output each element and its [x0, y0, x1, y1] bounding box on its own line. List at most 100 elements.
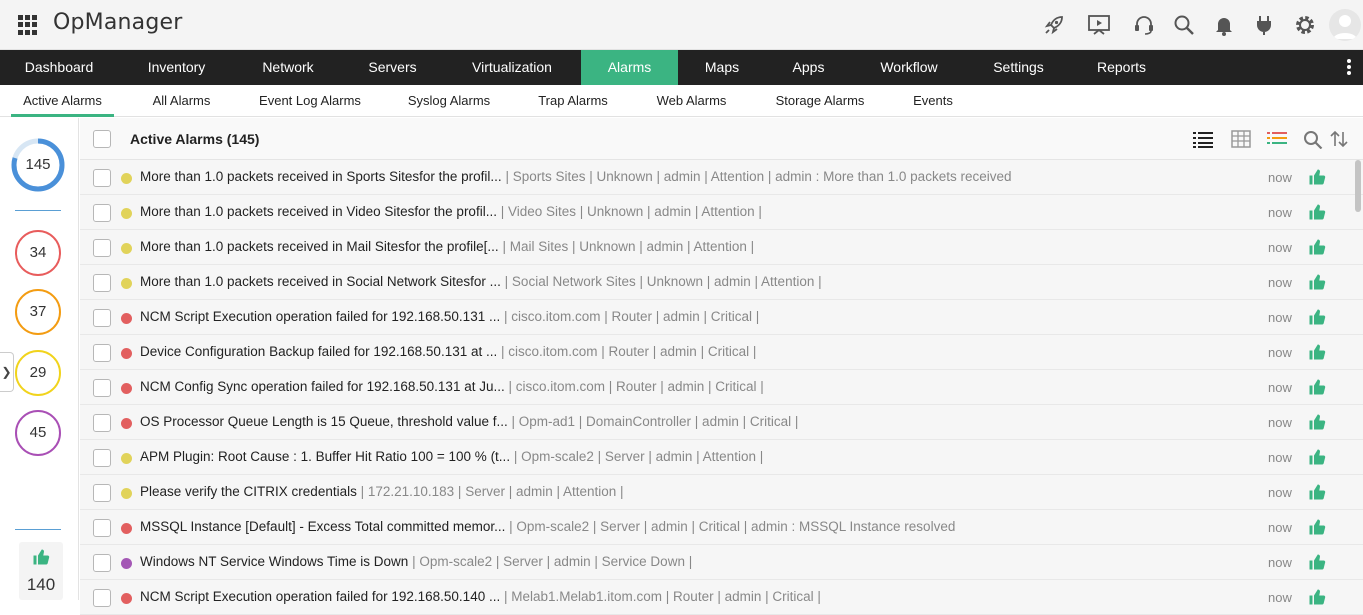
nav-reports[interactable]: Reports — [1070, 50, 1173, 85]
plug-icon[interactable] — [1250, 11, 1278, 39]
alarm-message[interactable]: More than 1.0 packets received in Sports… — [140, 169, 502, 184]
row-checkbox[interactable] — [93, 449, 111, 467]
acknowledge-icon[interactable] — [1308, 413, 1326, 431]
list-view-icon[interactable] — [1192, 129, 1214, 149]
gear-icon[interactable] — [1291, 11, 1319, 39]
acknowledge-icon[interactable] — [1308, 343, 1326, 361]
alarm-message[interactable]: NCM Script Execution operation failed fo… — [140, 589, 500, 604]
row-checkbox[interactable] — [93, 554, 111, 572]
row-checkbox[interactable] — [93, 519, 111, 537]
alarm-message[interactable]: OS Processor Queue Length is 15 Queue, t… — [140, 414, 508, 429]
tab-active-alarms[interactable]: Active Alarms — [11, 85, 114, 117]
alarm-text[interactable]: MSSQL Instance [Default] - Excess Total … — [140, 519, 955, 534]
row-checkbox[interactable] — [93, 239, 111, 257]
table-row[interactable]: MSSQL Instance [Default] - Excess Total … — [80, 510, 1363, 545]
row-checkbox[interactable] — [93, 484, 111, 502]
total-alarms-count[interactable]: 145 — [11, 138, 65, 192]
nav-virtualization[interactable]: Virtualization — [444, 50, 580, 85]
row-checkbox[interactable] — [93, 589, 111, 607]
alarm-message[interactable]: More than 1.0 packets received in Video … — [140, 204, 497, 219]
trouble-count[interactable]: 37 — [15, 289, 61, 335]
alarm-text[interactable]: NCM Script Execution operation failed fo… — [140, 589, 821, 604]
presentation-icon[interactable] — [1085, 11, 1113, 39]
acknowledged-box[interactable]: 140 — [19, 542, 63, 600]
nav-dashboard[interactable]: Dashboard — [0, 50, 118, 85]
nav-settings[interactable]: Settings — [967, 50, 1070, 85]
table-row[interactable]: OS Processor Queue Length is 15 Queue, t… — [80, 405, 1363, 440]
table-row[interactable]: NCM Config Sync operation failed for 192… — [80, 370, 1363, 405]
sort-icon[interactable] — [1328, 129, 1350, 149]
alarm-message[interactable]: MSSQL Instance [Default] - Excess Total … — [140, 519, 505, 534]
rocket-icon[interactable] — [1040, 11, 1068, 39]
alarm-text[interactable]: More than 1.0 packets received in Sports… — [140, 169, 1011, 184]
critical-count[interactable]: 34 — [15, 230, 61, 276]
acknowledge-icon[interactable] — [1308, 203, 1326, 221]
alarm-message[interactable]: Windows NT Service Windows Time is Down — [140, 554, 408, 569]
acknowledge-icon[interactable] — [1308, 308, 1326, 326]
nav-workflow[interactable]: Workflow — [851, 50, 967, 85]
tab-event-log-alarms[interactable]: Event Log Alarms — [250, 85, 370, 117]
row-checkbox[interactable] — [93, 169, 111, 187]
color-list-icon[interactable] — [1266, 129, 1288, 149]
acknowledge-icon[interactable] — [1308, 448, 1326, 466]
alarm-message[interactable]: Device Configuration Backup failed for 1… — [140, 344, 497, 359]
table-row[interactable]: APM Plugin: Root Cause : 1. Buffer Hit R… — [80, 440, 1363, 475]
row-checkbox[interactable] — [93, 309, 111, 327]
alarm-text[interactable]: Device Configuration Backup failed for 1… — [140, 344, 756, 359]
acknowledge-icon[interactable] — [1308, 588, 1326, 606]
alarm-message[interactable]: NCM Script Execution operation failed fo… — [140, 309, 500, 324]
tab-web-alarms[interactable]: Web Alarms — [645, 85, 738, 117]
table-row[interactable]: NCM Script Execution operation failed fo… — [80, 580, 1363, 615]
alarm-message[interactable]: APM Plugin: Root Cause : 1. Buffer Hit R… — [140, 449, 510, 464]
tab-trap-alarms[interactable]: Trap Alarms — [527, 85, 619, 117]
nav-maps[interactable]: Maps — [678, 50, 766, 85]
expand-sidebar-button[interactable]: ❯ — [0, 352, 14, 392]
row-checkbox[interactable] — [93, 379, 111, 397]
alarm-message[interactable]: NCM Config Sync operation failed for 192… — [140, 379, 505, 394]
search-icon[interactable] — [1170, 11, 1198, 39]
alarm-message[interactable]: Please verify the CITRIX credentials — [140, 484, 357, 499]
more-menu-icon[interactable] — [1343, 58, 1355, 78]
table-row[interactable]: NCM Script Execution operation failed fo… — [80, 300, 1363, 335]
acknowledge-icon[interactable] — [1308, 483, 1326, 501]
search-icon[interactable] — [1302, 129, 1324, 149]
tab-syslog-alarms[interactable]: Syslog Alarms — [398, 85, 500, 117]
table-row[interactable]: Please verify the CITRIX credentials | 1… — [80, 475, 1363, 510]
alarm-text[interactable]: NCM Script Execution operation failed fo… — [140, 309, 759, 324]
acknowledge-icon[interactable] — [1308, 378, 1326, 396]
tab-storage-alarms[interactable]: Storage Alarms — [765, 85, 875, 117]
row-checkbox[interactable] — [93, 344, 111, 362]
acknowledge-icon[interactable] — [1308, 273, 1326, 291]
alarm-message[interactable]: More than 1.0 packets received in Social… — [140, 274, 501, 289]
nav-servers[interactable]: Servers — [341, 50, 444, 85]
attention-count[interactable]: 29 — [15, 350, 61, 396]
avatar-icon[interactable] — [1329, 9, 1361, 41]
app-grid-icon[interactable] — [18, 15, 38, 35]
nav-apps[interactable]: Apps — [766, 50, 851, 85]
acknowledge-icon[interactable] — [1308, 553, 1326, 571]
alarm-text[interactable]: APM Plugin: Root Cause : 1. Buffer Hit R… — [140, 449, 763, 464]
table-row[interactable]: More than 1.0 packets received in Video … — [80, 195, 1363, 230]
alarm-text[interactable]: Windows NT Service Windows Time is Down … — [140, 554, 692, 569]
bell-icon[interactable] — [1210, 11, 1238, 39]
acknowledge-icon[interactable] — [1308, 518, 1326, 536]
table-row[interactable]: More than 1.0 packets received in Sports… — [80, 160, 1363, 195]
tab-all-alarms[interactable]: All Alarms — [137, 85, 226, 117]
headset-icon[interactable] — [1130, 11, 1158, 39]
acknowledge-icon[interactable] — [1308, 238, 1326, 256]
scrollbar[interactable] — [1355, 160, 1361, 212]
row-checkbox[interactable] — [93, 204, 111, 222]
table-row[interactable]: More than 1.0 packets received in Social… — [80, 265, 1363, 300]
table-row[interactable]: Device Configuration Backup failed for 1… — [80, 335, 1363, 370]
nav-network[interactable]: Network — [235, 50, 341, 85]
alarm-text[interactable]: Please verify the CITRIX credentials | 1… — [140, 484, 624, 499]
select-all-checkbox[interactable] — [93, 130, 111, 148]
row-checkbox[interactable] — [93, 274, 111, 292]
alarm-message[interactable]: More than 1.0 packets received in Mail S… — [140, 239, 499, 254]
nav-inventory[interactable]: Inventory — [118, 50, 235, 85]
alarm-text[interactable]: NCM Config Sync operation failed for 192… — [140, 379, 764, 394]
alarm-text[interactable]: More than 1.0 packets received in Social… — [140, 274, 822, 289]
service-down-count[interactable]: 45 — [15, 410, 61, 456]
table-row[interactable]: Windows NT Service Windows Time is Down … — [80, 545, 1363, 580]
alarm-text[interactable]: OS Processor Queue Length is 15 Queue, t… — [140, 414, 798, 429]
